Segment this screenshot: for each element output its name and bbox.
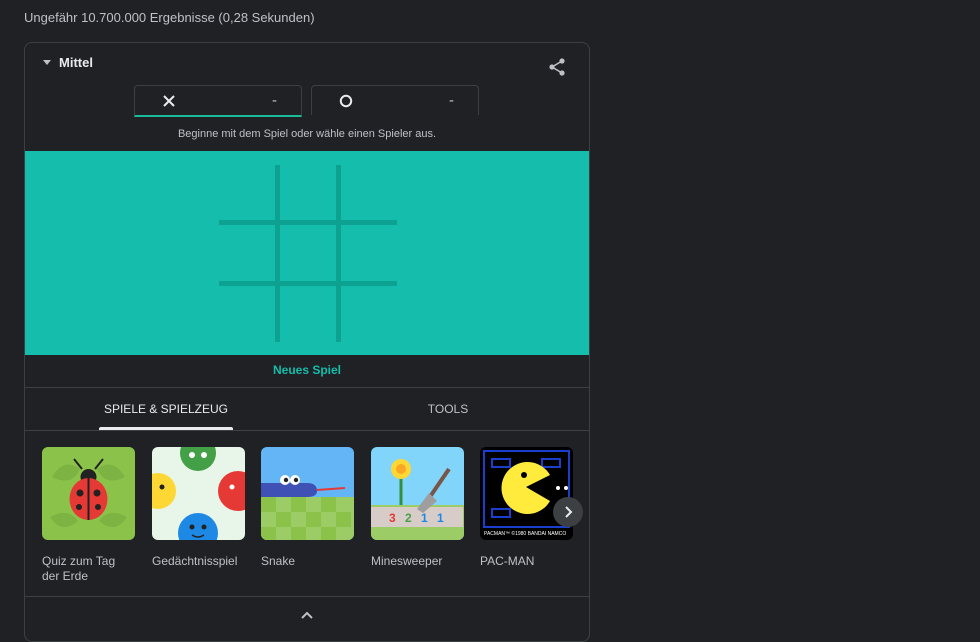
tictactoe-card: Mittel - - Beginne mit dem Spiel oder wä…	[24, 42, 590, 642]
tab-games[interactable]: SPIELE & SPIELZEUG	[99, 388, 233, 430]
game-hint: Beginne mit dem Spiel oder wähle einen S…	[177, 128, 437, 140]
x-mark-icon	[163, 95, 175, 107]
carousel-next-button[interactable]	[553, 497, 583, 527]
game-card-earth-day-quiz[interactable]: Quiz zum Tag der Erde	[42, 447, 135, 584]
player-o-button[interactable]: -	[311, 85, 479, 115]
game-card-memory[interactable]: Gedächtnisspiel	[140, 435, 258, 569]
game-name: Snake	[261, 554, 296, 568]
grid-line-horizontal	[219, 281, 397, 286]
chevron-up-icon[interactable]	[301, 611, 313, 619]
active-tab-indicator	[99, 427, 233, 430]
game-board[interactable]	[25, 151, 589, 355]
grid-line-vertical	[336, 165, 341, 342]
grid-line-vertical	[275, 165, 280, 342]
player-o-score: -	[449, 92, 454, 109]
player-selector: - -	[134, 85, 482, 117]
ladybug-icon	[42, 447, 135, 540]
grid-line-horizontal	[219, 220, 397, 225]
game-name: Minesweeper	[371, 554, 443, 568]
o-mark-icon	[339, 94, 353, 108]
svg-text:1: 1	[437, 511, 444, 525]
tab-bar: SPIELE & SPIELZEUG TOOLS	[25, 388, 589, 431]
svg-text:PACMAN™ ©1980 BANDAI NAMCO: PACMAN™ ©1980 BANDAI NAMCO	[484, 530, 566, 537]
snake-icon	[261, 447, 354, 540]
player-x-score: -	[272, 92, 277, 109]
tab-games-label: SPIELE & SPIELZEUG	[103, 402, 229, 416]
card-header: Mittel	[25, 43, 589, 87]
divider	[25, 596, 589, 597]
tab-tools-label: TOOLS	[427, 402, 469, 416]
chevron-right-icon	[565, 506, 573, 518]
difficulty-label: Mittel	[59, 55, 93, 70]
game-name: Quiz zum Tag der Erde	[42, 554, 116, 583]
new-game-button[interactable]: Neues Spiel	[25, 355, 589, 388]
game-card-minesweeper[interactable]: 3 2 1 1 Minesweeper	[371, 447, 464, 569]
share-icon[interactable]	[547, 57, 567, 77]
games-carousel: Quiz zum Tag der Erde Gedächtnisspiel Sn…	[42, 435, 582, 587]
game-card-snake[interactable]: Snake	[261, 447, 354, 569]
svg-text:3: 3	[389, 511, 396, 525]
tab-tools[interactable]: TOOLS	[405, 388, 491, 430]
svg-text:1: 1	[421, 511, 428, 525]
dropdown-arrow-icon	[43, 60, 51, 65]
game-name: Gedächtnisspiel	[152, 554, 238, 568]
flower-shovel-icon: 3 2 1 1	[371, 447, 464, 540]
svg-text:2: 2	[405, 511, 412, 525]
memory-faces-icon	[140, 435, 258, 553]
difficulty-dropdown[interactable]: Mittel	[43, 55, 93, 70]
pacman-icon: PACMAN™ ©1980 BANDAI NAMCO	[480, 447, 573, 540]
player-x-button[interactable]: -	[134, 85, 302, 117]
game-name: PAC-MAN	[480, 554, 535, 568]
result-stats: Ungefähr 10.700.000 Ergebnisse (0,28 Sek…	[24, 10, 315, 25]
